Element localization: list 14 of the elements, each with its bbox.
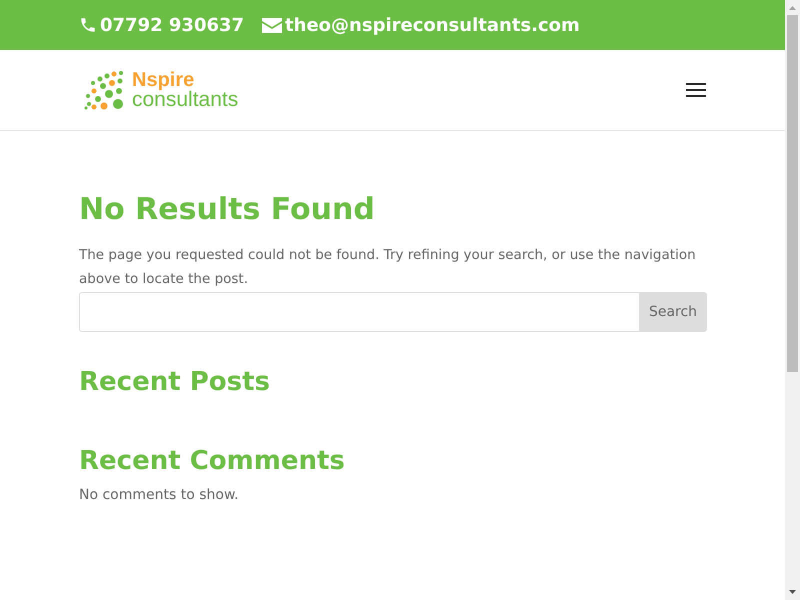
phone-number: 07792 930637: [100, 14, 244, 36]
not-found-message: The page you requested could not be found. Try refining your search, or use the navigation above to locate the post.: [79, 246, 697, 289]
logo-subtitle: consultants: [132, 90, 238, 109]
widget-title: Recent Comments: [79, 445, 346, 477]
search-field[interactable]: [79, 292, 639, 332]
widget-text: No comments to show.: [79, 487, 240, 503]
email-address[interactable]: theo@nspireconsultants.com: [285, 14, 580, 36]
phone-icon: [79, 16, 97, 34]
search-button[interactable]: Search: [639, 292, 707, 332]
widget-title: Recent Posts: [79, 366, 271, 398]
envelope-icon: [262, 18, 282, 32]
logo-wordmark: Nspire: [132, 71, 194, 90]
menu-icon[interactable]: [686, 82, 706, 98]
page-title: No Results Found: [79, 191, 376, 229]
